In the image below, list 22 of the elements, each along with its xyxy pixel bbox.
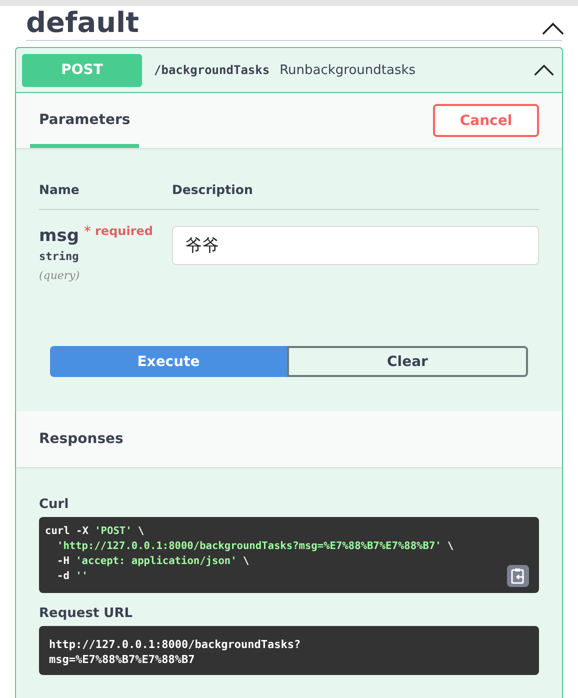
endpoint-path: /backgroundTasks [154, 63, 270, 77]
endpoint-summary: Runbackgroundtasks [280, 62, 416, 78]
parameter-type: string [39, 250, 80, 263]
column-header: Name [39, 182, 80, 197]
collapse-icon[interactable] [534, 64, 554, 76]
collapse-icon[interactable] [542, 22, 564, 34]
column-header: Description [172, 182, 253, 197]
required-mark: * [84, 224, 92, 240]
clear-button[interactable]: Clear [287, 346, 528, 377]
input-field[interactable]: 爷爷 [172, 226, 539, 265]
required-label: required [95, 224, 153, 238]
section-title: default [26, 6, 140, 40]
parameter-name: msg [39, 226, 80, 246]
request-url: http://127.0.0.1:8000/backgroundTasks? msg=%E7%88%B7%E7%88%B7 [49, 637, 301, 667]
request-url-label: Request URL [39, 606, 134, 621]
responses-heading: Responses [39, 431, 124, 447]
curl-code: curl -X 'POST' \ 'http://127.0.0.1:8000/backgroundTasks?msg=%E7%88%B7%E7%88%B7' \ -H 'accept: application/json' \ -d '' [45, 524, 454, 584]
parameter-location: (query) [39, 269, 81, 282]
parameters-tab[interactable]: Parameters [30, 93, 140, 148]
curl-label: Curl [39, 497, 70, 512]
copy-icon[interactable] [507, 565, 529, 587]
method-badge: POST [22, 54, 142, 86]
